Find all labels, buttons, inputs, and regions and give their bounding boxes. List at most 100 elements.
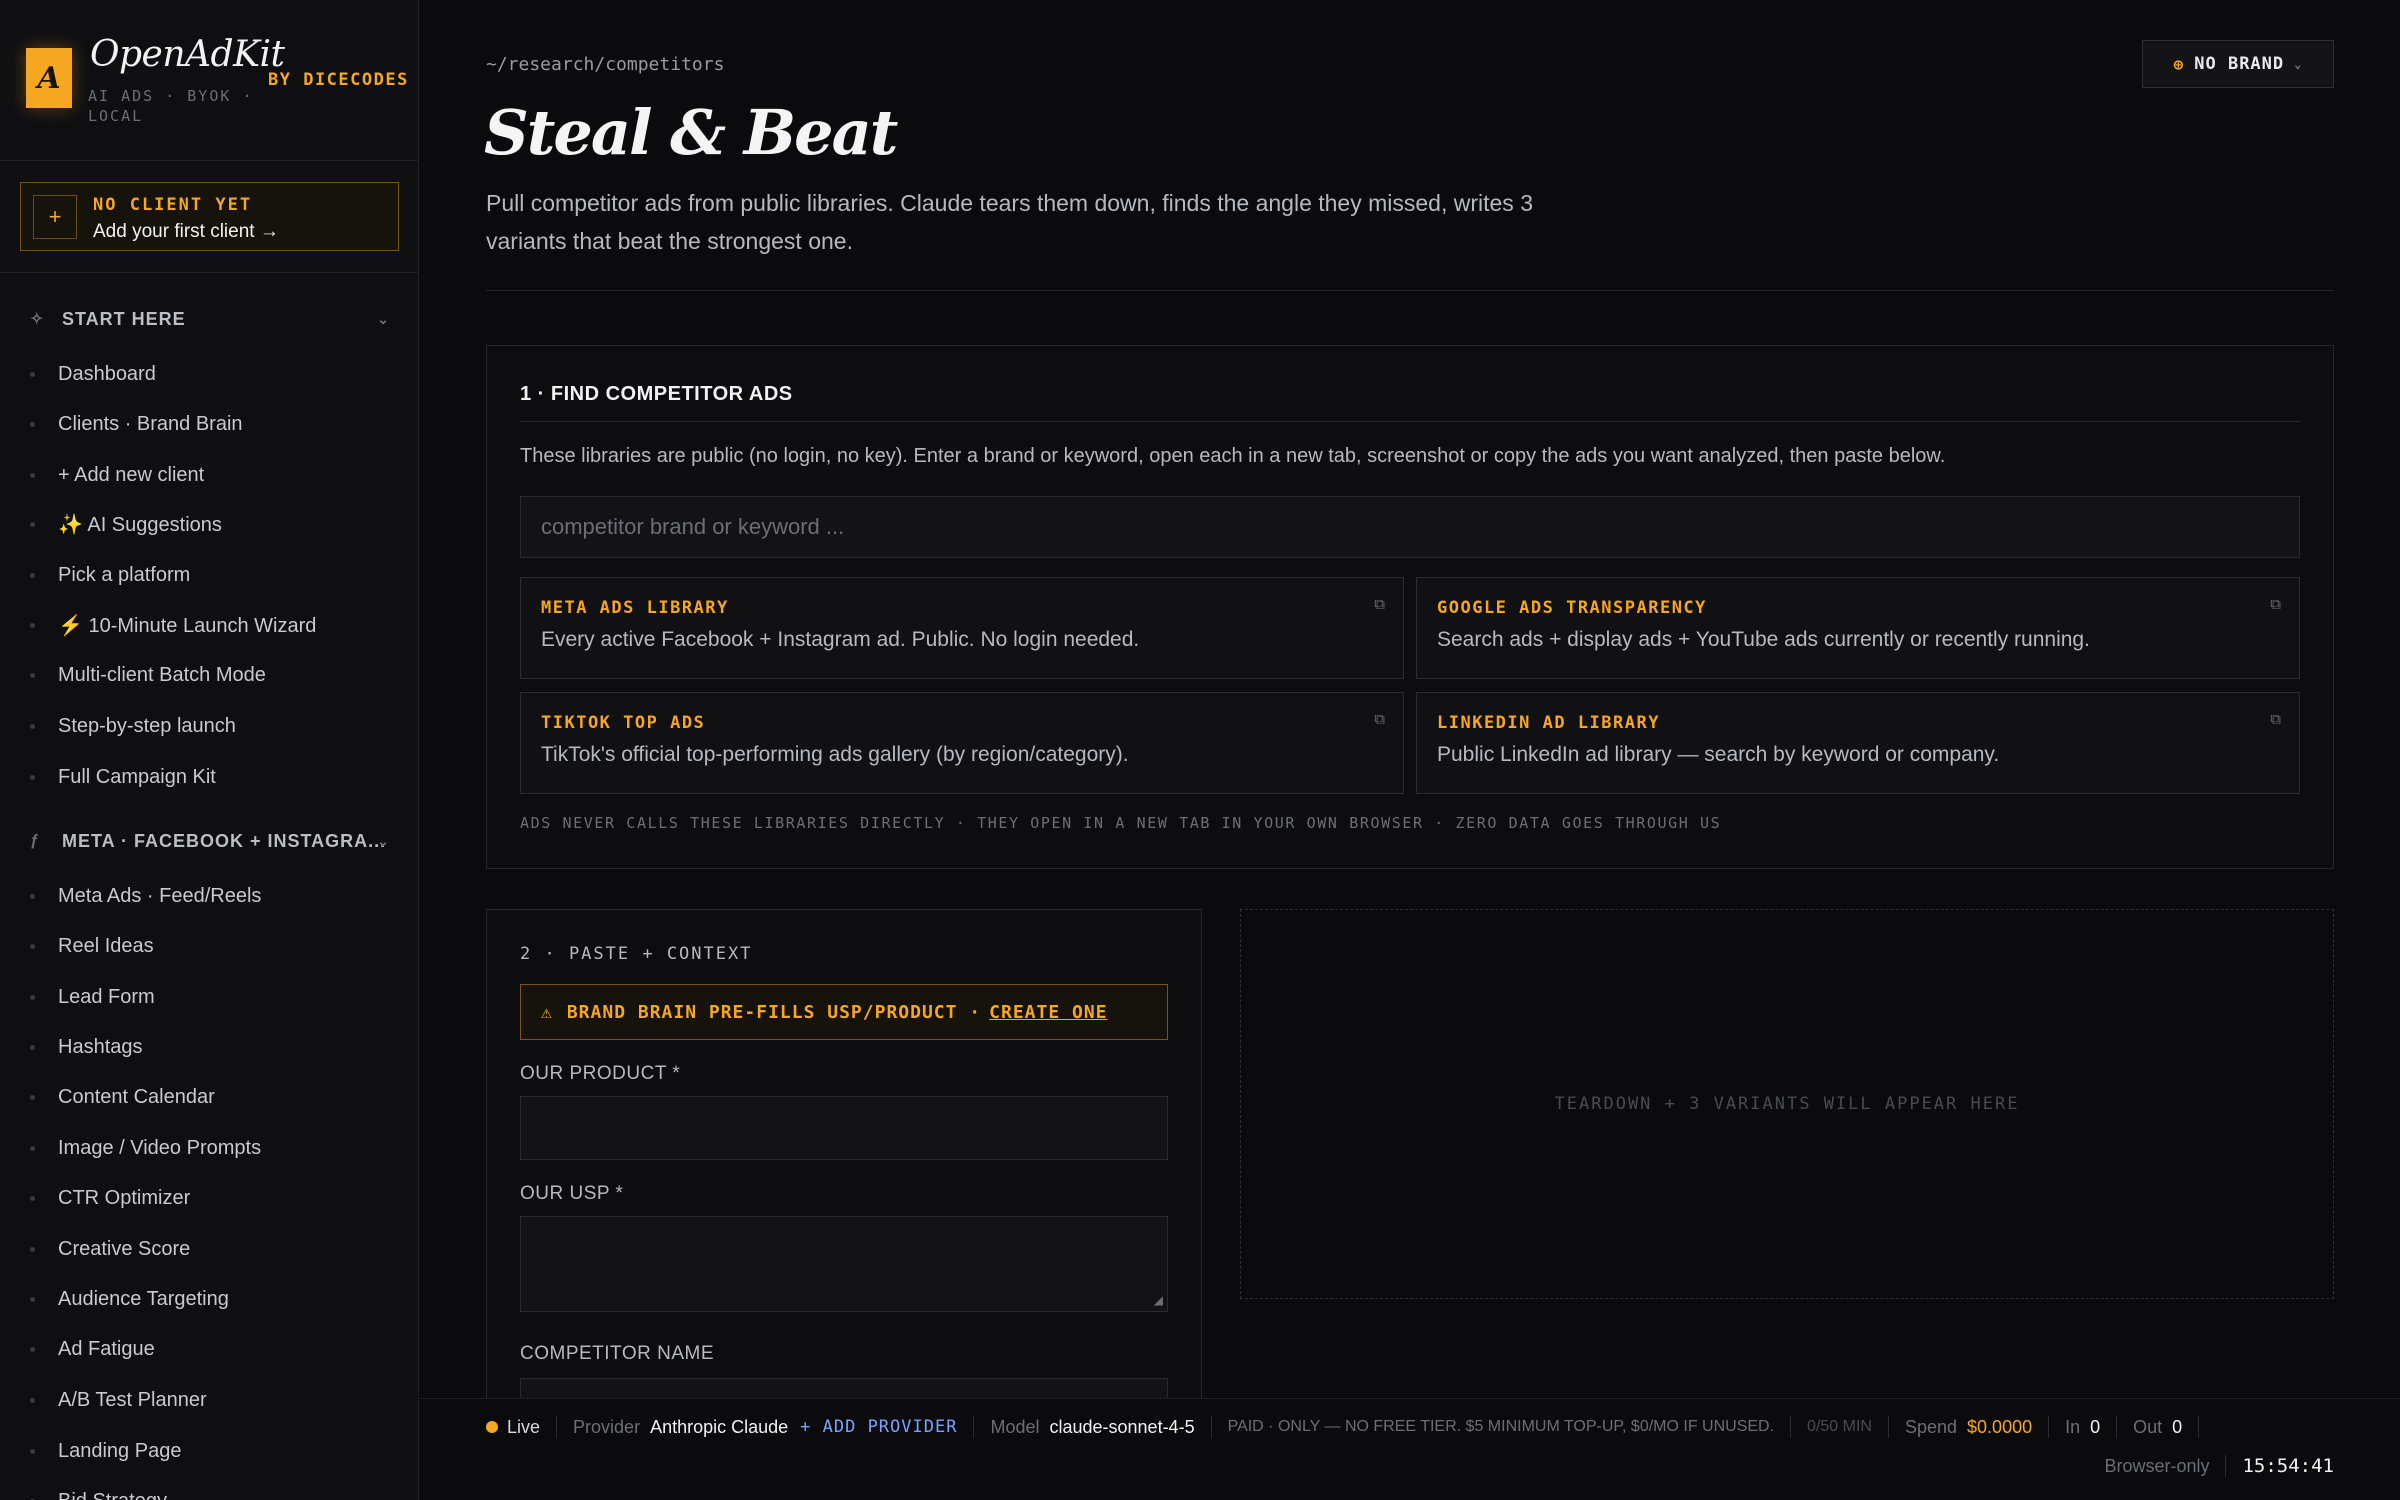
product-field[interactable] bbox=[520, 1096, 1168, 1160]
plus-icon: + bbox=[33, 195, 77, 239]
brand-header: A OpenAdKit AI ADS · BYOK · LOCAL BY DIC… bbox=[0, 0, 418, 161]
nav-landing-page[interactable]: Landing Page bbox=[30, 1434, 390, 1468]
nav-reel-ideas[interactable]: Reel Ideas bbox=[30, 929, 390, 963]
nav-lead-form[interactable]: Lead Form bbox=[30, 980, 390, 1014]
clock: 15:54:41 bbox=[2242, 1455, 2334, 1477]
nav-ab-test-planner[interactable]: A/B Test Planner bbox=[30, 1383, 390, 1417]
nav-dashboard[interactable]: Dashboard bbox=[30, 357, 390, 391]
nav-label: Image / Video Prompts bbox=[58, 1136, 262, 1159]
nav-step-by-step[interactable]: Step-by-step launch bbox=[30, 709, 390, 743]
tokens-in-value: 0 bbox=[2090, 1416, 2101, 1437]
nav-launch-wizard[interactable]: ⚡ 10-Minute Launch Wizard bbox=[30, 608, 390, 642]
nav-label: Dashboard bbox=[58, 362, 156, 385]
library-description: Search ads + display ads + YouTube ads c… bbox=[1437, 628, 2090, 651]
usp-label: OUR USP * bbox=[520, 1183, 624, 1204]
client-status: NO CLIENT YET bbox=[93, 195, 253, 215]
nav-clients-brand-brain[interactable]: Clients · Brand Brain bbox=[30, 407, 390, 441]
nav-label: Creative Score bbox=[58, 1237, 191, 1260]
usage-minutes: 0/50 MIN bbox=[1807, 1418, 1872, 1435]
bullet bbox=[30, 1094, 35, 1100]
by-line[interactable]: BY DICECODES bbox=[268, 70, 409, 90]
spend-label: Spend bbox=[1904, 1416, 1958, 1437]
nav-ctr-optimizer[interactable]: CTR Optimizer bbox=[30, 1181, 390, 1215]
sidebar: A OpenAdKit AI ADS · BYOK · LOCAL BY DIC… bbox=[0, 0, 419, 1500]
external-link-icon: ⧉ bbox=[2270, 711, 2281, 728]
library-linkedin[interactable]: LINKEDIN AD LIBRARY Public LinkedIn ad l… bbox=[1416, 692, 2300, 794]
provider-value[interactable]: Anthropic Claude bbox=[650, 1417, 788, 1438]
section-start-here[interactable]: ✧ START HERE ⌄ bbox=[30, 304, 390, 334]
warning-text: BRAND BRAIN PRE-FILLS USP/PRODUCT · bbox=[566, 1001, 982, 1023]
warning-icon: ⚠ bbox=[541, 1001, 553, 1023]
library-meta[interactable]: META ADS LIBRARY Every active Facebook +… bbox=[520, 577, 1404, 679]
page-description: Pull competitor ads from public librarie… bbox=[486, 190, 1533, 254]
app-logo[interactable]: A bbox=[26, 48, 72, 108]
nav-batch-mode[interactable]: Multi-client Batch Mode bbox=[30, 658, 390, 692]
nav-add-new-client[interactable]: + Add new client bbox=[30, 458, 390, 492]
tokens-out-label: Out bbox=[2133, 1416, 2163, 1437]
chevron-down-icon: ⌄ bbox=[2294, 57, 2303, 71]
section-meta[interactable]: ƒ META · FACEBOOK + INSTAGRA... ⌄ bbox=[30, 826, 390, 856]
add-client-card[interactable]: + NO CLIENT YET Add your first client → bbox=[20, 182, 399, 251]
create-brand-brain-link[interactable]: CREATE ONE bbox=[989, 1002, 1107, 1023]
status-bar: Live Provider Anthropic Claude + ADD PRO… bbox=[420, 1398, 2400, 1500]
nav-bid-strategy[interactable]: Bid Strategy bbox=[30, 1484, 390, 1500]
product-label: OUR PRODUCT * bbox=[520, 1063, 681, 1084]
divider bbox=[556, 1416, 558, 1438]
nav-ad-fatigue[interactable]: Ad Fatigue bbox=[30, 1332, 390, 1366]
nav-label: Step-by-step launch bbox=[58, 714, 236, 737]
brand-brain-warning: ⚠ BRAND BRAIN PRE-FILLS USP/PRODUCT · CR… bbox=[520, 984, 1168, 1040]
nav-label: + Add new client bbox=[58, 463, 205, 486]
brand-selector-button[interactable]: ⊕ NO BRAND ⌄ bbox=[2142, 40, 2334, 88]
nav-label: Pick a platform bbox=[58, 563, 191, 586]
bullet bbox=[30, 1397, 35, 1403]
bullet bbox=[30, 893, 35, 899]
app-name: OpenAdKit bbox=[90, 34, 285, 75]
competitor-search-input[interactable] bbox=[520, 496, 2300, 558]
nav-meta-ads[interactable]: Meta Ads · Feed/Reels bbox=[30, 879, 390, 913]
usp-field[interactable]: ◢ bbox=[520, 1216, 1168, 1312]
model-value[interactable]: claude-sonnet-4-5 bbox=[1049, 1417, 1194, 1438]
nav-audience-targeting[interactable]: Audience Targeting bbox=[30, 1282, 390, 1316]
nav-content-calendar[interactable]: Content Calendar bbox=[30, 1080, 390, 1114]
tokens-out-value: 0 bbox=[2172, 1416, 2183, 1437]
nav-label: Audience Targeting bbox=[58, 1287, 229, 1310]
section-label: META · FACEBOOK + INSTAGRA... bbox=[62, 830, 387, 851]
brand-icon: ⊕ bbox=[2173, 54, 2185, 74]
bullet bbox=[30, 472, 35, 478]
nav-creative-score[interactable]: Creative Score bbox=[30, 1232, 390, 1266]
output-placeholder: TEARDOWN + 3 VARIANTS WILL APPEAR HERE bbox=[1240, 909, 2334, 1299]
divider bbox=[486, 290, 2334, 291]
bullet bbox=[30, 421, 35, 427]
bullet bbox=[30, 994, 35, 1000]
bullet bbox=[30, 1044, 35, 1050]
nav-campaign-kit[interactable]: Full Campaign Kit bbox=[30, 760, 390, 794]
resize-handle-icon[interactable]: ◢ bbox=[1154, 1293, 1163, 1307]
external-link-icon: ⧉ bbox=[2270, 596, 2281, 613]
divider bbox=[520, 421, 2300, 422]
library-tiktok[interactable]: TIKTOK TOP ADS TikTok's official top-per… bbox=[520, 692, 1404, 794]
nav-image-video-prompts[interactable]: Image / Video Prompts bbox=[30, 1131, 390, 1165]
nav-ai-suggestions[interactable]: ✨ AI Suggestions bbox=[30, 507, 390, 541]
library-google[interactable]: GOOGLE ADS TRANSPARENCY Search ads + dis… bbox=[1416, 577, 2300, 679]
library-description: TikTok's official top-performing ads gal… bbox=[541, 743, 1129, 766]
nav-label: Lead Form bbox=[58, 985, 155, 1008]
library-description: Every active Facebook + Instagram ad. Pu… bbox=[541, 628, 1140, 651]
bullet bbox=[30, 1296, 35, 1302]
bullet bbox=[30, 1195, 35, 1201]
nav-pick-platform[interactable]: Pick a platform bbox=[30, 558, 390, 592]
nav-hashtags[interactable]: Hashtags bbox=[30, 1030, 390, 1064]
nav-label: Clients · Brand Brain bbox=[58, 412, 243, 435]
library-name: GOOGLE ADS TRANSPARENCY bbox=[1437, 598, 1707, 618]
bullet bbox=[30, 1246, 35, 1252]
bullet bbox=[30, 774, 35, 780]
find-competitor-ads-card: 1 · FIND COMPETITOR ADS These libraries … bbox=[486, 345, 2334, 869]
add-client-link[interactable]: Add your first client → bbox=[93, 221, 279, 243]
divider bbox=[2198, 1416, 2200, 1438]
divider bbox=[1790, 1416, 1792, 1438]
bullet bbox=[30, 1145, 35, 1151]
library-name: TIKTOK TOP ADS bbox=[541, 713, 706, 733]
divider bbox=[1887, 1416, 1889, 1438]
nav-label: Bid Strategy bbox=[58, 1490, 167, 1500]
card-title: 1 · FIND COMPETITOR ADS bbox=[520, 383, 793, 405]
add-provider-button[interactable]: + ADD PROVIDER bbox=[800, 1417, 957, 1437]
